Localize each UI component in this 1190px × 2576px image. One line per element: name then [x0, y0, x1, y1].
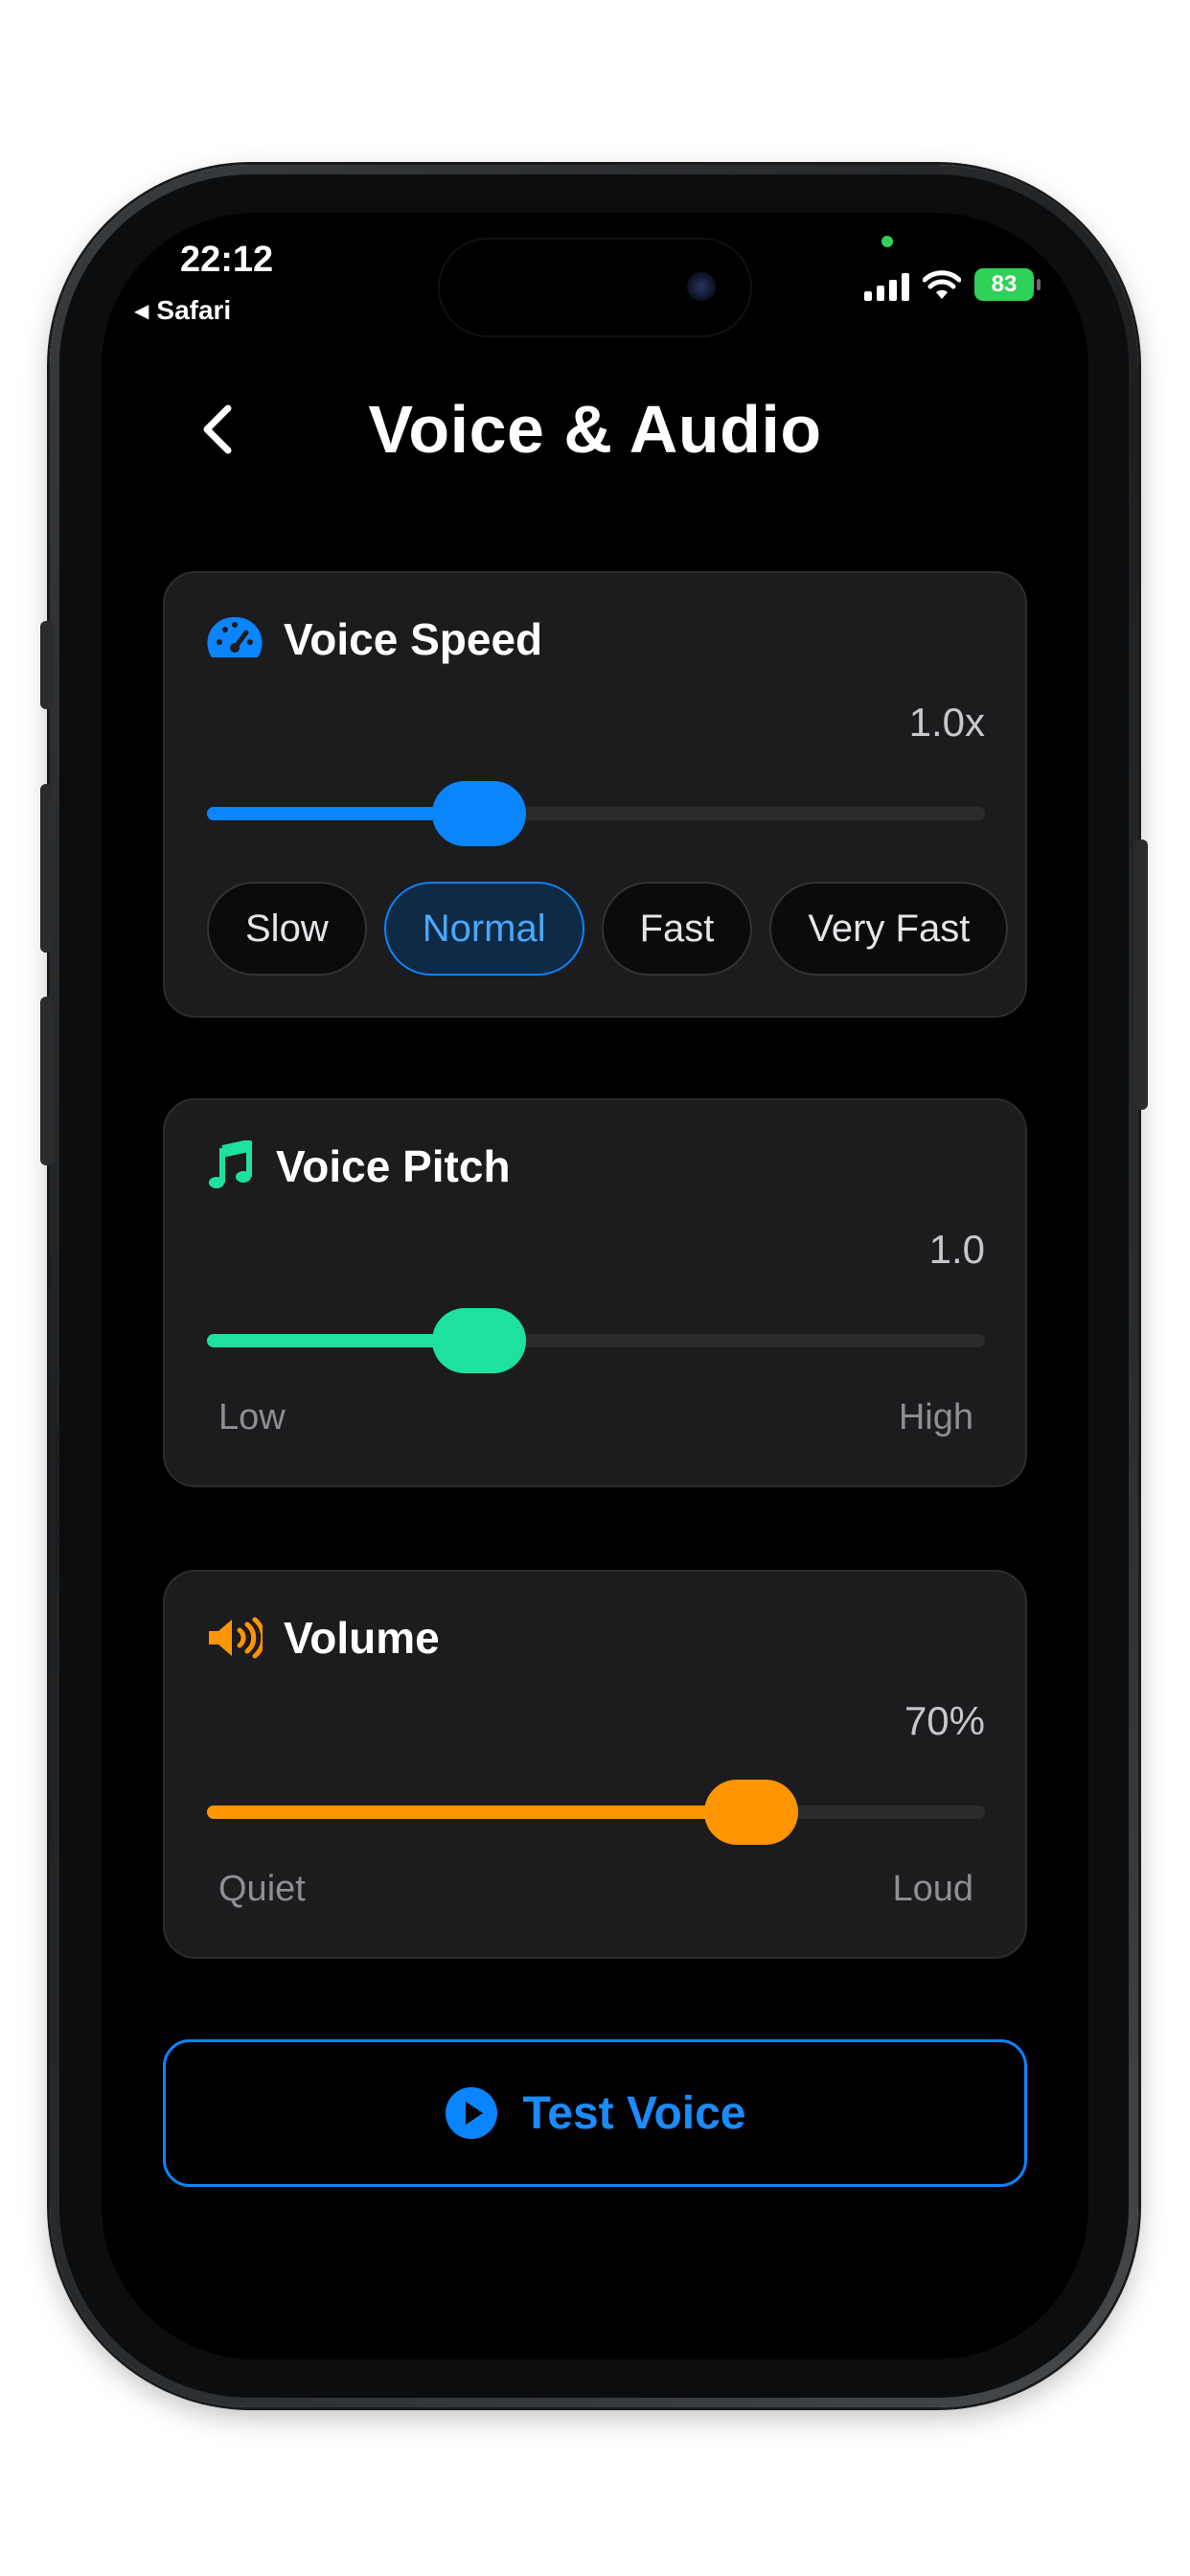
speed-option-slow[interactable]: Slow: [207, 882, 367, 976]
voice-pitch-thumb[interactable]: [432, 1308, 527, 1373]
play-circle-icon: [445, 2087, 497, 2139]
voice-speed-card: Voice Speed 1.0x Slow Normal Fast Very F…: [163, 571, 1027, 1018]
voice-speed-label: Voice Speed: [284, 614, 543, 664]
volume-up-button: [40, 784, 54, 953]
voice-speed-value: 1.0x: [908, 700, 985, 745]
volume-value: 70%: [904, 1698, 985, 1743]
volume-card: Volume 70% Quiet Loud: [163, 1570, 1027, 1959]
volume-min-label: Quiet: [218, 1869, 306, 1909]
battery-level: 83: [991, 271, 1018, 297]
cellular-signal-icon: [864, 272, 909, 301]
music-note-icon: [209, 1140, 252, 1188]
battery-icon: 83: [974, 268, 1041, 301]
volume-label: Volume: [284, 1613, 440, 1663]
volume-max-label: Loud: [892, 1869, 973, 1909]
back-app-label: Safari: [156, 295, 232, 325]
voice-speed-thumb[interactable]: [432, 781, 527, 846]
volume-fill: [207, 1806, 752, 1819]
back-triangle-icon: ◀: [134, 300, 149, 322]
page-title: Voice & Audio: [368, 392, 822, 467]
pitch-min-label: Low: [218, 1397, 286, 1438]
volume-slider[interactable]: [207, 1780, 985, 1845]
pitch-max-label: High: [898, 1397, 973, 1438]
volume-down-button: [40, 997, 54, 1165]
voice-pitch-value: 1.0: [928, 1227, 985, 1272]
power-button: [1134, 840, 1148, 1110]
volume-thumb[interactable]: [704, 1780, 799, 1845]
voice-speed-header: Voice Speed: [207, 613, 542, 665]
voice-speed-slider[interactable]: [207, 781, 985, 846]
action-button: [40, 621, 54, 709]
status-icons: 83: [864, 263, 1041, 301]
voice-speed-presets: Slow Normal Fast Very Fast: [207, 882, 1009, 976]
camera-icon: [687, 272, 716, 301]
voice-pitch-card: Voice Pitch 1.0 Low High: [163, 1098, 1027, 1487]
voice-pitch-label: Voice Pitch: [276, 1141, 511, 1191]
back-to-app-link[interactable]: ◀ Safari: [134, 295, 231, 326]
dynamic-island: [440, 240, 750, 335]
test-voice-label: Test Voice: [522, 2087, 746, 2139]
voice-pitch-slider[interactable]: [207, 1308, 985, 1373]
privacy-indicator: [881, 236, 893, 247]
speed-option-very-fast[interactable]: Very Fast: [769, 882, 1009, 976]
status-time: 22:12: [180, 240, 274, 280]
volume-header: Volume: [207, 1612, 440, 1664]
test-voice-button[interactable]: Test Voice: [163, 2039, 1027, 2187]
screen: 22:12 ◀ Safari 83 Voice & Audio Voice Sp…: [102, 213, 1088, 2359]
speed-option-normal[interactable]: Normal: [383, 882, 584, 976]
voice-pitch-header: Voice Pitch: [207, 1140, 511, 1192]
speedometer-icon: [207, 616, 263, 657]
wifi-icon: [923, 270, 961, 299]
speed-option-fast[interactable]: Fast: [601, 882, 753, 976]
speaker-icon: [209, 1617, 263, 1659]
